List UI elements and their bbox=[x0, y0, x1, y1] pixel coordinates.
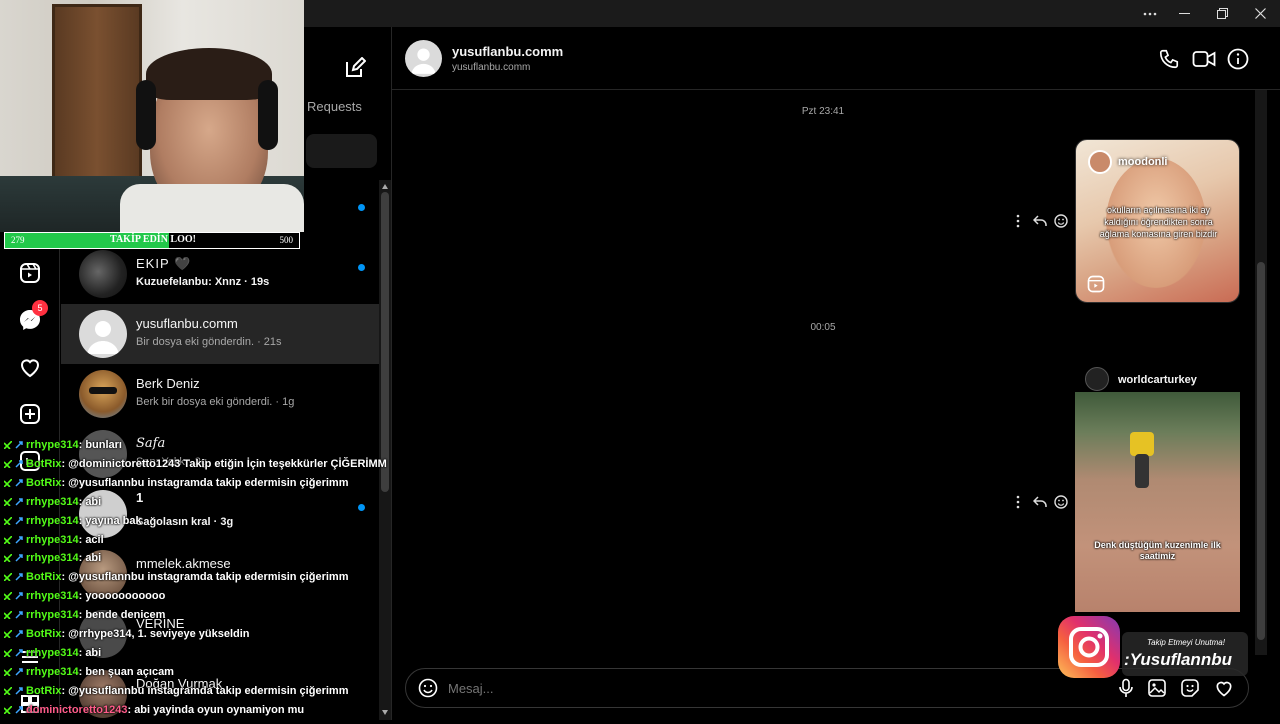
chat-handle: yusuflanbu.comm bbox=[452, 62, 531, 73]
notification-badge: 5 bbox=[32, 300, 48, 316]
conversation-item[interactable]: Doğan Vurmak bbox=[61, 664, 379, 724]
threads-icon[interactable] bbox=[18, 449, 42, 473]
post-image bbox=[1130, 432, 1154, 456]
message-actions bbox=[1014, 494, 1072, 510]
chat-header: yusuflanbu.comm yusuflanbu.comm bbox=[391, 27, 1280, 90]
more-icon[interactable] bbox=[1016, 495, 1020, 509]
reply-icon[interactable] bbox=[1033, 214, 1047, 228]
message-input[interactable] bbox=[448, 678, 1008, 698]
avatar bbox=[79, 490, 127, 538]
conversation-name: mmelek.akmese bbox=[136, 556, 231, 571]
person-shirt bbox=[120, 184, 304, 232]
sticker-icon[interactable] bbox=[1180, 678, 1200, 698]
menu-icon[interactable] bbox=[18, 645, 42, 669]
new-message-icon[interactable] bbox=[344, 57, 366, 79]
door bbox=[52, 4, 142, 180]
headphone bbox=[258, 80, 278, 150]
promo-small-text: Takip Etmeyi Unutma! bbox=[1147, 638, 1225, 647]
conversation-preview: Berk bir dosya eki gönderdi. · 1g bbox=[136, 396, 295, 408]
conversation-preview: Bir dosya eki gönderdin. · 21s bbox=[136, 336, 282, 348]
shared-post[interactable]: Denk düştüğüm kuzenimle ilk saatimiz bbox=[1075, 392, 1240, 612]
conversation-name: EKIP 🖤 bbox=[136, 256, 192, 271]
close-icon[interactable] bbox=[1241, 0, 1279, 27]
message-timestamp: Pzt 23:41 bbox=[801, 106, 845, 117]
conversation-name: VERİNE bbox=[136, 616, 185, 631]
conversation-item[interactable]: VERİNE bbox=[61, 604, 379, 664]
chat-avatar[interactable] bbox=[405, 40, 442, 77]
phone-icon[interactable] bbox=[1158, 48, 1180, 70]
scrollbar-thumb[interactable] bbox=[1257, 262, 1265, 640]
promo-handle: :Yusuflannbu bbox=[1124, 650, 1232, 669]
message-actions bbox=[1014, 213, 1072, 229]
maximize-icon[interactable] bbox=[1203, 0, 1241, 27]
conversation-item[interactable]: 1 Sağolasın kral · 3g bbox=[61, 484, 379, 544]
headphone bbox=[136, 80, 156, 150]
image-icon[interactable] bbox=[1147, 678, 1167, 698]
conversation-name: 1 bbox=[136, 490, 144, 505]
messenger-icon[interactable]: 5 bbox=[18, 300, 48, 332]
follow-goal-bar: 279 TAKİP EDİN LOO! 500 bbox=[4, 232, 300, 249]
post-author: moodonli bbox=[1118, 156, 1168, 168]
conversation-item[interactable]: Berk Deniz Berk bir dosya eki gönderdi. … bbox=[61, 364, 379, 424]
conversation-name: Berk Deniz bbox=[136, 376, 200, 391]
conversation-item[interactable]: EKIP 🖤 Kuzuefelanbu: Xnnz · 19s bbox=[61, 244, 379, 304]
avatar bbox=[79, 310, 127, 358]
conversation-preview: Sağolasın kral · 3g bbox=[136, 516, 234, 528]
avatar bbox=[79, 670, 127, 718]
conversation-name: Doğan Vurmak bbox=[136, 676, 223, 691]
chat-scrollbar[interactable] bbox=[1255, 90, 1267, 655]
conversation-list-scrollbar[interactable] bbox=[379, 180, 391, 720]
post-author: worldcarturkey bbox=[1118, 374, 1197, 386]
video-call-icon[interactable] bbox=[1192, 48, 1216, 70]
conversation-name: yusuflanbu.comm bbox=[136, 316, 238, 331]
post-caption: okulların açılmasına iki ay kaldığını öğ… bbox=[1099, 205, 1218, 239]
info-icon[interactable] bbox=[1227, 48, 1249, 70]
emoji-icon[interactable] bbox=[418, 678, 438, 698]
avatar bbox=[79, 550, 127, 598]
instagram-promo: Takip Etmeyi Unutma! :Yusuflannbu bbox=[1058, 616, 1248, 678]
instagram-logo-icon bbox=[1058, 616, 1120, 678]
reply-icon[interactable] bbox=[1033, 495, 1047, 509]
avatar bbox=[79, 370, 127, 418]
conversation-item[interactable]: Safa Sen: Yokk · 2g bbox=[61, 424, 379, 484]
react-emoji-icon[interactable] bbox=[1054, 214, 1068, 228]
chat-username[interactable]: yusuflanbu.comm bbox=[452, 44, 563, 59]
microphone-icon[interactable] bbox=[1117, 678, 1135, 698]
unread-dot bbox=[358, 264, 365, 271]
avatar bbox=[79, 250, 127, 298]
follow-goal: 500 bbox=[279, 235, 294, 245]
like-heart-icon[interactable] bbox=[1214, 678, 1234, 698]
conversation-item[interactable]: mmelek.akmese bbox=[61, 544, 379, 604]
post-image-detail bbox=[1135, 454, 1149, 488]
more-apps-icon[interactable] bbox=[18, 692, 42, 716]
conversation-preview: Kuzuefelanbu: Xnnz · 19s bbox=[136, 276, 270, 288]
follow-label: TAKİP EDİN LOO! bbox=[110, 234, 196, 245]
react-emoji-icon[interactable] bbox=[1054, 495, 1068, 509]
post-author-avatar bbox=[1088, 150, 1112, 174]
post-author-avatar bbox=[1085, 367, 1109, 391]
create-icon[interactable] bbox=[18, 402, 42, 426]
conversation-name: Safa bbox=[136, 436, 166, 451]
unread-dot bbox=[358, 504, 365, 511]
post-caption: Denk düştüğüm kuzenimle ilk saatimiz bbox=[1094, 540, 1221, 561]
avatar bbox=[79, 610, 127, 658]
minimize-icon[interactable] bbox=[1165, 0, 1203, 27]
reels-icon[interactable] bbox=[18, 261, 42, 285]
webcam-overlay bbox=[0, 0, 304, 232]
more-icon[interactable] bbox=[1016, 214, 1020, 228]
shared-post[interactable]: moodonli okulların açılmasına iki ay kal… bbox=[1075, 139, 1240, 303]
more-options-icon[interactable] bbox=[1131, 0, 1169, 27]
scrollbar-thumb[interactable] bbox=[381, 192, 389, 492]
avatar bbox=[79, 430, 127, 478]
message-timestamp: 00:05 bbox=[810, 322, 836, 333]
conversation-item-selected[interactable]: yusuflanbu.comm Bir dosya eki gönderdin.… bbox=[61, 304, 379, 364]
search-input[interactable] bbox=[306, 134, 377, 168]
conversation-preview: Sen: Yokk · 2g bbox=[136, 456, 207, 468]
reels-icon bbox=[1086, 274, 1106, 294]
person-hair bbox=[146, 48, 272, 100]
requests-tab[interactable]: Requests bbox=[307, 99, 362, 114]
heart-icon[interactable] bbox=[18, 355, 42, 379]
